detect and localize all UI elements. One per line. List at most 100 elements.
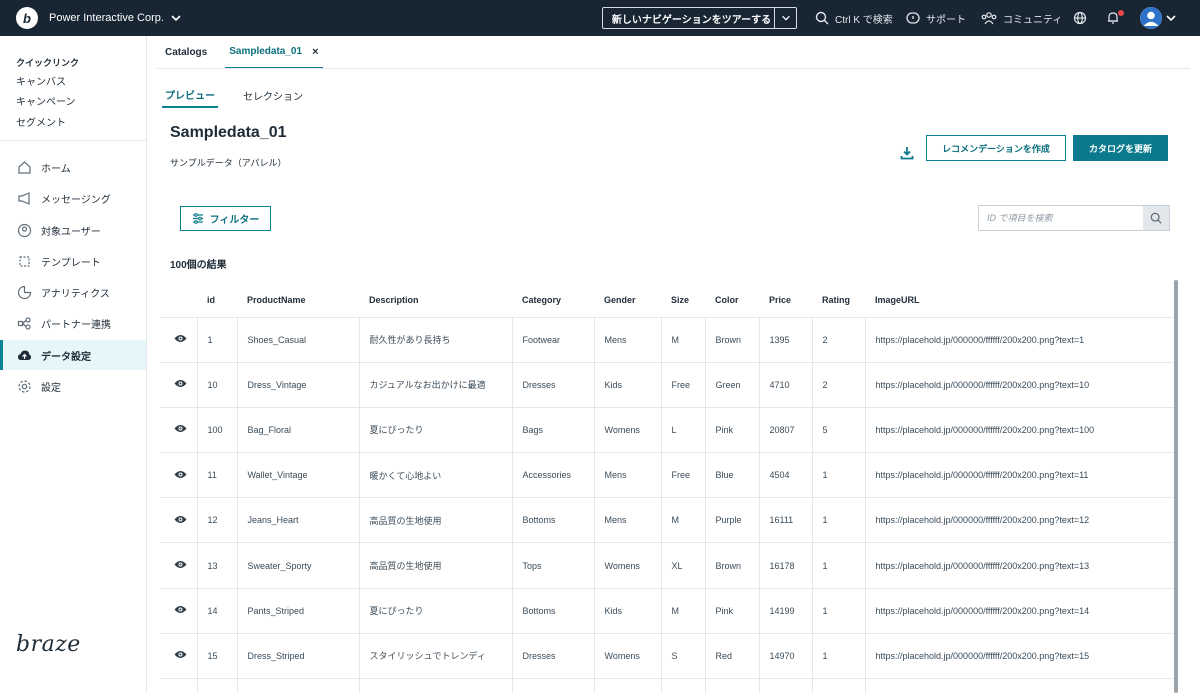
language-button[interactable] xyxy=(1073,0,1093,36)
tab-selection[interactable]: セレクション xyxy=(240,82,306,108)
eye-icon[interactable] xyxy=(174,606,187,616)
quicklink-segment[interactable]: セグメント xyxy=(16,114,66,129)
support-link[interactable]: サポート xyxy=(906,0,966,36)
eye-icon[interactable] xyxy=(174,470,187,481)
eye-icon[interactable] xyxy=(174,561,187,571)
eye-icon[interactable] xyxy=(174,425,187,435)
tour-button-label: 新しいナビゲーションをツアーする xyxy=(611,14,772,26)
tabs-divider xyxy=(157,68,1190,69)
column-header[interactable]: Description xyxy=(359,283,512,317)
column-header[interactable]: ImageURL xyxy=(865,283,1175,317)
filter-button[interactable]: フィルター xyxy=(180,206,271,231)
column-header[interactable]: Size xyxy=(661,283,705,317)
table-row[interactable]: 100 Bag_Floral 夏にぴったり Bags Womens L Pink 20807 5… xyxy=(160,406,1175,453)
table-cell: 1 xyxy=(196,316,237,363)
tab-preview[interactable]: プレビュー xyxy=(162,82,218,108)
catalog-tabs: Catalogs Sampledata_01 × xyxy=(165,36,341,69)
table-row[interactable] xyxy=(160,677,1175,693)
search-button[interactable] xyxy=(1143,206,1169,230)
table-row[interactable]: 12 Jeans_Heart 高品質の生地使用 Bottoms Mens M Purple 1… xyxy=(160,497,1175,543)
table-row[interactable]: 10 Dress_Vintage カジュアルなお出かけに最適 Dresses Kids F… xyxy=(160,361,1175,408)
close-icon[interactable]: × xyxy=(312,46,318,58)
sidebar-item-audience[interactable]: 対象ユーザー xyxy=(0,215,146,245)
table-cell: Free xyxy=(660,361,705,408)
sidebar-item-data-settings[interactable]: データ設定 xyxy=(0,340,146,370)
table-row[interactable]: 1 Shoes_Casual 耐久性があり長持ち Footwear Mens M Brown… xyxy=(160,316,1175,363)
support-icon xyxy=(906,12,920,24)
item-search-input[interactable] xyxy=(979,206,1143,230)
view-subtabs: プレビュー セレクション xyxy=(162,82,328,108)
tour-button[interactable]: 新しいナビゲーションをツアーする xyxy=(602,7,797,29)
quicklink-canvas[interactable]: キャンバス xyxy=(16,73,66,88)
table-cell: 10 xyxy=(196,361,237,408)
sidebar-item-templates[interactable]: テンプレート xyxy=(0,246,146,276)
table-cell: Brown xyxy=(704,542,759,589)
braze-logo-icon[interactable]: b xyxy=(16,7,38,29)
community-link[interactable]: コミュニティ xyxy=(981,0,1062,36)
table-row[interactable]: 14 Pants_Striped 夏にぴったり Bottoms Kids M Pink 141… xyxy=(160,587,1175,634)
sidebar-item-home[interactable]: ホーム xyxy=(0,152,146,182)
column-header[interactable]: Category xyxy=(512,283,594,317)
column-header[interactable]: Rating xyxy=(812,283,865,317)
eye-icon[interactable] xyxy=(174,651,187,661)
table-cell: https://placehold.jp/000000/ffffff/200x2… xyxy=(864,406,1175,453)
table-cell: 14 xyxy=(196,587,237,634)
table-row[interactable]: 15 Dress_Striped スタイリッシュでトレンディ Dresses Women… xyxy=(160,632,1175,679)
chevron-down-icon[interactable] xyxy=(1165,12,1177,24)
sidebar: クイックリンク キャンバス キャンペーン セグメント ホーム メッセージング 対… xyxy=(0,36,147,693)
table-cell: 高品質の生地使用 xyxy=(358,497,512,543)
sidebar-item-label: アナリティクス xyxy=(41,288,110,300)
table-row[interactable]: 13 Sweater_Sporty 高品質の生地使用 Tops Womens XL Brow… xyxy=(160,542,1175,589)
table-cell: Footwear xyxy=(511,316,594,363)
table-scrollbar[interactable] xyxy=(1174,280,1178,693)
column-header[interactable]: Gender xyxy=(594,283,661,317)
create-recommendation-button[interactable]: レコメンデーションを作成 xyxy=(926,135,1066,161)
org-name[interactable]: Power Interactive Corp. xyxy=(49,12,164,24)
column-header[interactable]: Price xyxy=(759,283,812,317)
table-cell: M xyxy=(660,587,705,634)
table-cell: 14199 xyxy=(758,587,812,634)
column-header[interactable]: ProductName xyxy=(237,283,359,317)
user-avatar-icon xyxy=(1140,7,1162,29)
table-cell: Womens xyxy=(593,632,661,679)
download-icon[interactable] xyxy=(900,146,914,160)
tab-sampledata[interactable]: Sampledata_01 × xyxy=(225,36,323,69)
table-cell: Womens xyxy=(593,406,661,453)
view-item-cell xyxy=(160,632,197,679)
table-cell: Dress_Striped xyxy=(236,632,359,679)
table-cell: Dresses xyxy=(511,361,594,408)
results-count: 100個の結果 xyxy=(170,260,227,271)
chevron-down-icon[interactable] xyxy=(774,8,796,28)
eye-icon[interactable] xyxy=(174,380,187,390)
eye-icon[interactable] xyxy=(174,335,187,345)
column-header[interactable]: Color xyxy=(705,283,759,317)
table-cell: https://placehold.jp/000000/ffffff/200x2… xyxy=(864,361,1175,408)
table-cell: Pink xyxy=(704,406,759,453)
sidebar-item-label: 設定 xyxy=(41,382,61,394)
column-header[interactable]: id xyxy=(197,283,237,317)
table-cell: 1 xyxy=(811,542,865,589)
table-row[interactable]: 11 Wallet_Vintage 暖かくて心地よい Accessories Mens F… xyxy=(160,452,1175,498)
notifications-button[interactable] xyxy=(1106,0,1126,36)
sidebar-item-analytics[interactable]: アナリティクス xyxy=(0,277,146,307)
global-search[interactable]: Ctrl K で検索 xyxy=(815,0,893,36)
sidebar-item-messaging[interactable]: メッセージング xyxy=(0,183,146,213)
chevron-down-icon[interactable] xyxy=(170,12,182,24)
view-item-cell xyxy=(160,542,197,589)
eye-icon[interactable] xyxy=(174,515,187,526)
search-icon xyxy=(1150,212,1162,224)
table-cell xyxy=(758,677,812,693)
update-catalog-button[interactable]: カタログを更新 xyxy=(1073,135,1168,161)
avatar[interactable] xyxy=(1140,7,1162,29)
table-cell: https://placehold.jp/000000/ffffff/200x2… xyxy=(864,452,1175,498)
table-cell: Mens xyxy=(593,497,661,543)
search-icon xyxy=(815,11,829,25)
table-cell: Red xyxy=(704,632,759,679)
view-item-cell xyxy=(160,361,197,408)
item-search xyxy=(978,205,1170,231)
quicklink-campaign[interactable]: キャンペーン xyxy=(16,93,76,108)
sidebar-item-settings[interactable]: 設定 xyxy=(0,371,146,401)
sidebar-item-partners[interactable]: パートナー連携 xyxy=(0,308,146,338)
tab-catalogs[interactable]: Catalogs xyxy=(165,36,207,69)
column-header xyxy=(160,283,197,317)
